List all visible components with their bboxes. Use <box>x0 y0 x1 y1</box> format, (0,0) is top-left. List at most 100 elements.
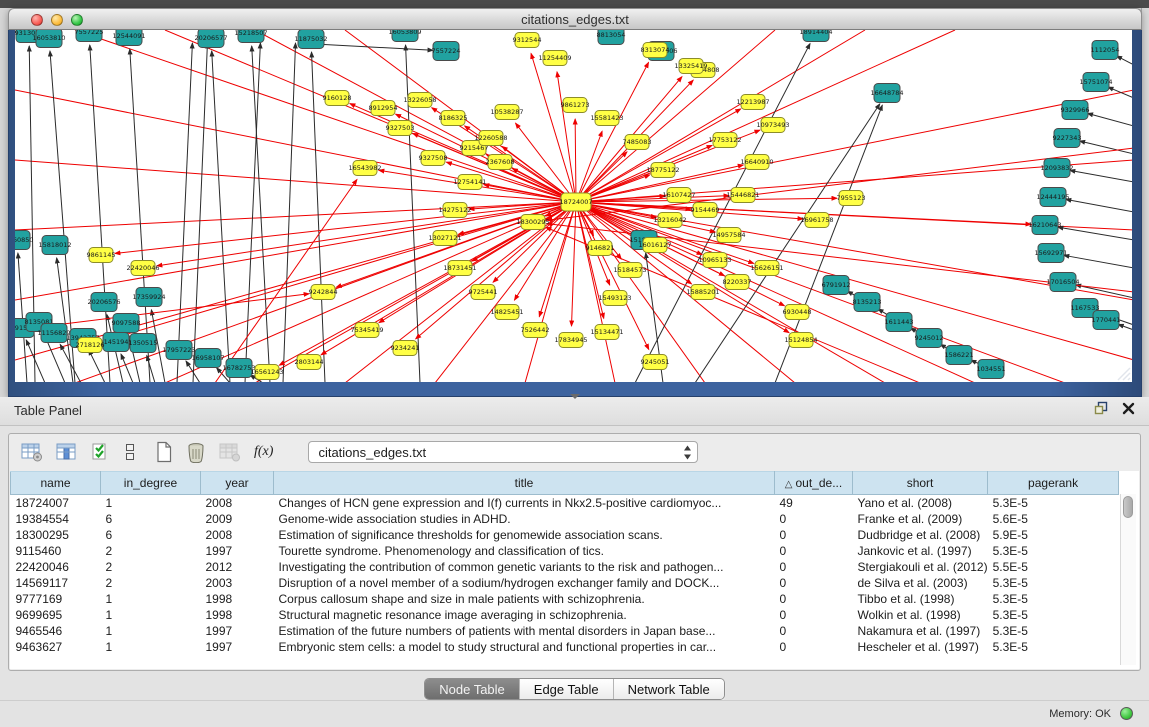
table-cell[interactable]: Tourette syndrome. Phenomenology and cla… <box>274 543 775 559</box>
black-edge[interactable] <box>1088 113 1132 126</box>
red-edge[interactable] <box>575 119 576 202</box>
resize-grip[interactable] <box>1115 365 1131 381</box>
table-cell[interactable]: 1 <box>101 495 201 512</box>
table-cell[interactable]: Hescheler et al. (1997) <box>853 639 988 655</box>
red-edge[interactable] <box>165 202 576 382</box>
table-cell[interactable]: 6 <box>101 527 201 543</box>
table-cell[interactable]: 49 <box>775 495 853 512</box>
black-edge[interactable] <box>245 43 260 382</box>
table-cell[interactable]: 1997 <box>201 623 274 639</box>
table-cell[interactable]: 0 <box>775 527 853 543</box>
column-header-in_degree[interactable]: in_degree <box>101 472 201 495</box>
float-panel-button[interactable] <box>1094 401 1108 415</box>
red-edge[interactable] <box>516 123 576 202</box>
table-cell[interactable]: 0 <box>775 559 853 575</box>
scrollbar-thumb[interactable] <box>1123 496 1133 518</box>
red-edge[interactable] <box>531 53 576 202</box>
table-cell[interactable]: 1997 <box>201 639 274 655</box>
table-cell[interactable]: 5.3E-5 <box>988 575 1119 591</box>
black-edge[interactable] <box>1108 87 1132 98</box>
table-cell[interactable]: 9115460 <box>11 543 101 559</box>
table-cell[interactable]: 5.3E-5 <box>988 591 1119 607</box>
black-edge[interactable] <box>1064 255 1132 268</box>
new-file-button[interactable] <box>155 441 173 463</box>
table-row[interactable]: 946554611997Estimation of the future num… <box>11 623 1119 639</box>
black-edge[interactable] <box>1080 141 1132 154</box>
red-edge[interactable] <box>435 202 576 382</box>
table-cell[interactable]: 0 <box>775 511 853 527</box>
table-cell[interactable]: 9463627 <box>11 639 101 655</box>
black-edge[interactable] <box>1118 324 1132 330</box>
black-edge[interactable] <box>1117 56 1132 65</box>
red-edge[interactable] <box>576 30 955 202</box>
table-cell[interactable]: Corpus callosum shape and size in male p… <box>274 591 775 607</box>
table-cell[interactable]: de Silva et al. (2003) <box>853 575 988 591</box>
black-edge[interactable] <box>177 43 192 382</box>
column-header-year[interactable]: year <box>201 472 274 495</box>
table-cell[interactable]: 5.6E-5 <box>988 511 1119 527</box>
table-cell[interactable]: 1 <box>101 607 201 623</box>
table-cell[interactable]: Dudbridge et al. (2008) <box>853 527 988 543</box>
black-edge[interactable] <box>26 340 45 382</box>
table-cell[interactable]: Nakamura et al. (1997) <box>853 623 988 639</box>
table-cell[interactable]: Franke et al. (2009) <box>853 511 988 527</box>
table-cell[interactable]: 2 <box>101 543 201 559</box>
column-header-name[interactable]: name <box>11 472 101 495</box>
table-cell[interactable]: 0 <box>775 575 853 591</box>
tab-edge-table[interactable]: Edge Table <box>519 679 613 699</box>
table-cell[interactable]: Wolkin et al. (1998) <box>853 607 988 623</box>
table-cell[interactable]: 5.3E-5 <box>988 623 1119 639</box>
network-graph[interactable]: 9313054160538107557225125440912020657715… <box>15 30 1132 382</box>
column-visibility-button[interactable] <box>56 442 78 462</box>
table-cell[interactable]: 5.5E-5 <box>988 559 1119 575</box>
table-row[interactable]: 969969511998Structural magnetic resonanc… <box>11 607 1119 623</box>
table-cell[interactable]: 6 <box>101 511 201 527</box>
table-cell[interactable]: 2008 <box>201 527 274 543</box>
table-cell[interactable]: 5.9E-5 <box>988 527 1119 543</box>
select-rows-button[interactable] <box>91 442 111 462</box>
table-cell[interactable]: 22420046 <box>11 559 101 575</box>
delete-button[interactable] <box>186 441 206 463</box>
table-row[interactable]: 1456911722003Disruption of a novel membe… <box>11 575 1119 591</box>
table-cell[interactable]: 2012 <box>201 559 274 575</box>
table-cell[interactable]: 14569117 <box>11 575 101 591</box>
table-cell[interactable]: 2 <box>101 559 201 575</box>
table-cell[interactable]: 0 <box>775 639 853 655</box>
table-cell[interactable]: Yano et al. (2008) <box>853 495 988 512</box>
table-cell[interactable]: 2003 <box>201 575 274 591</box>
table-cell[interactable]: Structural magnetic resonance image aver… <box>274 607 775 623</box>
table-cell[interactable]: 18724007 <box>11 495 101 512</box>
red-edge[interactable] <box>576 202 975 382</box>
table-row[interactable]: 1830029562008Estimation of significance … <box>11 527 1119 543</box>
table-cell[interactable]: 9465546 <box>11 623 101 639</box>
table-cell[interactable]: 5.3E-5 <box>988 607 1119 623</box>
table-cell[interactable]: Tibbo et al. (1998) <box>853 591 988 607</box>
table-cell[interactable]: 5.3E-5 <box>988 543 1119 559</box>
column-header-out_de[interactable]: △out_de... <box>775 472 853 495</box>
table-cell[interactable]: Estimation of the future numbers of pati… <box>274 623 775 639</box>
table-cell[interactable]: 2009 <box>201 511 274 527</box>
black-edge[interactable] <box>121 354 133 382</box>
red-edge[interactable] <box>576 90 1132 202</box>
splitter-handle[interactable] <box>570 394 580 400</box>
tab-network-table[interactable]: Network Table <box>613 679 724 699</box>
table-row[interactable]: 911546021997Tourette syndrome. Phenomeno… <box>11 543 1119 559</box>
table-cell[interactable]: 1998 <box>201 607 274 623</box>
black-edge[interactable] <box>1066 199 1132 212</box>
table-cell[interactable]: Genome-wide association studies in ADHD. <box>274 511 775 527</box>
table-row[interactable]: 1938455462009Genome-wide association stu… <box>11 511 1119 527</box>
table-cell[interactable]: 5.3E-5 <box>988 639 1119 655</box>
table-row[interactable]: 977716911998Corpus callosum shape and si… <box>11 591 1119 607</box>
table-cell[interactable]: 1 <box>101 639 201 655</box>
table-cell[interactable]: 0 <box>775 543 853 559</box>
table-row[interactable]: 1872400712008Changes of HCN gene express… <box>11 495 1119 512</box>
table-settings-button[interactable] <box>21 442 43 462</box>
column-header-short[interactable]: short <box>853 472 988 495</box>
row-height-button[interactable] <box>124 442 136 462</box>
tab-node-table[interactable]: Node Table <box>425 679 519 699</box>
red-edge[interactable] <box>572 202 576 326</box>
black-edge[interactable] <box>1070 170 1132 182</box>
table-cell[interactable]: 0 <box>775 591 853 607</box>
table-cell[interactable]: 9777169 <box>11 591 101 607</box>
table-cell[interactable]: 2008 <box>201 495 274 512</box>
